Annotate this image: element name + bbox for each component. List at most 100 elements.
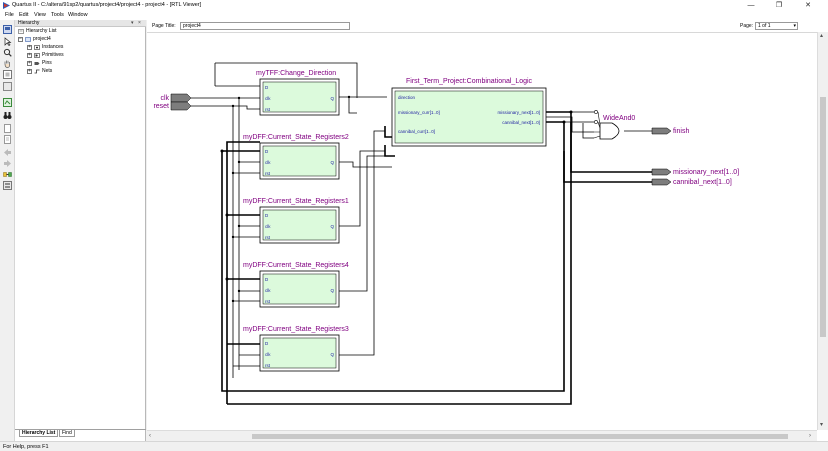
hierarchy-tabs: Hierarchy List Find — [15, 429, 146, 437]
port-missionary-curr: missionary_curr[1..0] — [398, 110, 440, 115]
instances-icon — [34, 45, 40, 50]
dff-current-state-registers1[interactable]: myDFF:Current_State_Registers1 D clk rst… — [243, 198, 349, 244]
panel-close-button[interactable]: × — [138, 20, 141, 27]
quartus-window: Quartus II - C:/altera/91sp2/quartus/pro… — [0, 0, 828, 451]
port-clk: clk — [265, 224, 271, 229]
fit-window-icon[interactable] — [3, 70, 12, 79]
module-name: First_Term_Project:Combinational_Logic — [406, 78, 533, 85]
page-icon[interactable] — [3, 135, 12, 144]
zoom-icon[interactable] — [3, 48, 12, 57]
hierarchy-list-icon — [18, 29, 24, 34]
pin-label-finish: finish — [673, 128, 689, 135]
horizontal-scroll-thumb[interactable] — [252, 434, 788, 439]
vertical-scrollbar[interactable]: ▴ ▾ — [817, 32, 828, 430]
output-pin-cannibal-next[interactable]: cannibal_next[1..0] — [651, 178, 732, 186]
find-icon[interactable] — [3, 98, 12, 107]
pins-icon — [34, 62, 40, 65]
binoculars-icon[interactable] — [3, 111, 12, 120]
menu-edit[interactable]: Edit — [19, 12, 28, 19]
port-rst: rst — [265, 363, 271, 368]
hierarchy-panel-title: Hierarchy — [18, 20, 40, 26]
scroll-down-icon[interactable]: ▾ — [820, 422, 823, 428]
rtl-viewer-icon[interactable] — [3, 25, 12, 34]
schematic-canvas[interactable]: clk reset myTFF:Change_Direction D clk r… — [147, 32, 817, 430]
hand-pan-icon[interactable] — [3, 59, 12, 68]
back-icon[interactable] — [3, 148, 12, 157]
module-name: myDFF:Current_State_Registers3 — [243, 326, 349, 333]
module-name: myTFF:Change_Direction — [256, 70, 336, 77]
full-screen-icon[interactable] — [3, 82, 12, 91]
port-direction: direction — [398, 95, 416, 100]
quartus-app-icon — [3, 2, 10, 9]
hierarchy-up-icon[interactable] — [3, 181, 12, 190]
minimize-button[interactable]: — — [741, 1, 761, 10]
combinational-logic-block[interactable]: First_Term_Project:Combinational_Logic d… — [391, 78, 547, 147]
tff-change-direction[interactable]: myTFF:Change_Direction D clk rst Q — [256, 70, 340, 116]
port-clk: clk — [265, 352, 271, 357]
input-pin-clk[interactable]: clk — [160, 93, 192, 103]
chevron-down-icon: ▾ — [793, 23, 796, 29]
close-button[interactable]: ✕ — [798, 1, 818, 10]
port-cannibal-curr: cannibal_curr[1..0] — [398, 129, 435, 134]
port-clk: clk — [265, 288, 271, 293]
port-q: Q — [330, 96, 334, 101]
collapse-icon[interactable]: − — [18, 37, 23, 42]
menu-file[interactable]: File — [5, 12, 14, 19]
tree-label: Hierarchy List — [26, 28, 57, 34]
page-icon[interactable] — [3, 124, 12, 133]
menu-window[interactable]: Window — [68, 12, 88, 19]
port-rst: rst — [265, 299, 271, 304]
menu-tools[interactable]: Tools — [51, 12, 64, 19]
panel-options-button[interactable]: ▾ — [131, 20, 134, 27]
maximize-button[interactable]: ❐ — [769, 1, 789, 10]
pin-label-missionary-next: missionary_next[1..0] — [673, 169, 739, 176]
tab-find[interactable]: Find — [59, 430, 75, 437]
output-pin-finish[interactable]: finish — [651, 127, 689, 135]
wideand-gate[interactable]: WideAnd0 — [593, 110, 635, 140]
page-title-field[interactable]: project4 — [180, 22, 350, 30]
pin-label-clk: clk — [160, 95, 169, 102]
expand-icon[interactable]: + — [27, 69, 32, 74]
viewer-page-toolbar: Page Title: project4 Page: 1 of 1 ▾ — [147, 20, 828, 32]
menu-view[interactable]: View — [34, 12, 46, 19]
page-select-value: 1 of 1 — [758, 23, 771, 29]
vertical-scroll-thumb[interactable] — [820, 97, 826, 337]
port-rst: rst — [265, 171, 271, 176]
port-missionary-next: missionary_next[1..0] — [497, 110, 540, 115]
menu-bar: File Edit View Tools Window — [0, 11, 828, 20]
dff-current-state-registers4[interactable]: myDFF:Current_State_Registers4 D clk rst… — [243, 262, 349, 308]
status-text: For Help, press F1 — [3, 444, 49, 450]
tree-label: Nets — [42, 68, 53, 74]
module-name: myDFF:Current_State_Registers1 — [243, 198, 349, 205]
port-q: Q — [330, 352, 334, 357]
scroll-right-icon[interactable]: › — [809, 433, 811, 439]
input-pin-reset[interactable]: reset — [153, 101, 192, 111]
primitives-icon — [34, 53, 40, 58]
tree-label: Primitives — [42, 52, 64, 58]
output-pin-missionary-next[interactable]: missionary_next[1..0] — [651, 168, 739, 176]
tree-label: Instances — [42, 44, 64, 50]
expand-icon[interactable]: + — [27, 61, 32, 66]
pin-label-cannibal-next: cannibal_next[1..0] — [673, 179, 732, 186]
pin-label-reset: reset — [153, 103, 169, 110]
dff-current-state-registers2[interactable]: myDFF:Current_State_Registers2 D clk rst… — [243, 134, 349, 180]
hierarchy-panel: Hierarchy ▾ × Hierarchy List − project4 … — [15, 20, 146, 441]
port-q: Q — [330, 288, 334, 293]
scroll-left-icon[interactable]: ‹ — [149, 433, 151, 439]
expand-icon[interactable]: + — [27, 45, 32, 50]
expand-icon[interactable]: + — [27, 53, 32, 58]
page-title-label: Page Title: — [152, 23, 176, 29]
rtl-viewer: Page Title: project4 Page: 1 of 1 ▾ clk … — [147, 20, 828, 441]
forward-icon[interactable] — [3, 159, 12, 168]
horizontal-scrollbar[interactable]: ‹ › — [147, 430, 817, 441]
selection-pointer-icon[interactable] — [3, 37, 12, 46]
port-q: Q — [330, 160, 334, 165]
netlist-icon[interactable] — [3, 170, 12, 179]
project-icon — [25, 37, 31, 42]
nets-icon — [34, 69, 40, 74]
scroll-up-icon[interactable]: ▴ — [820, 33, 823, 39]
tab-hierarchy-list[interactable]: Hierarchy List — [19, 430, 59, 437]
page-select[interactable]: 1 of 1 ▾ — [755, 22, 798, 30]
dff-current-state-registers3[interactable]: myDFF:Current_State_Registers3 D clk rst… — [243, 326, 349, 372]
schematic-diagram: clk reset myTFF:Change_Direction D clk r… — [153, 62, 739, 405]
